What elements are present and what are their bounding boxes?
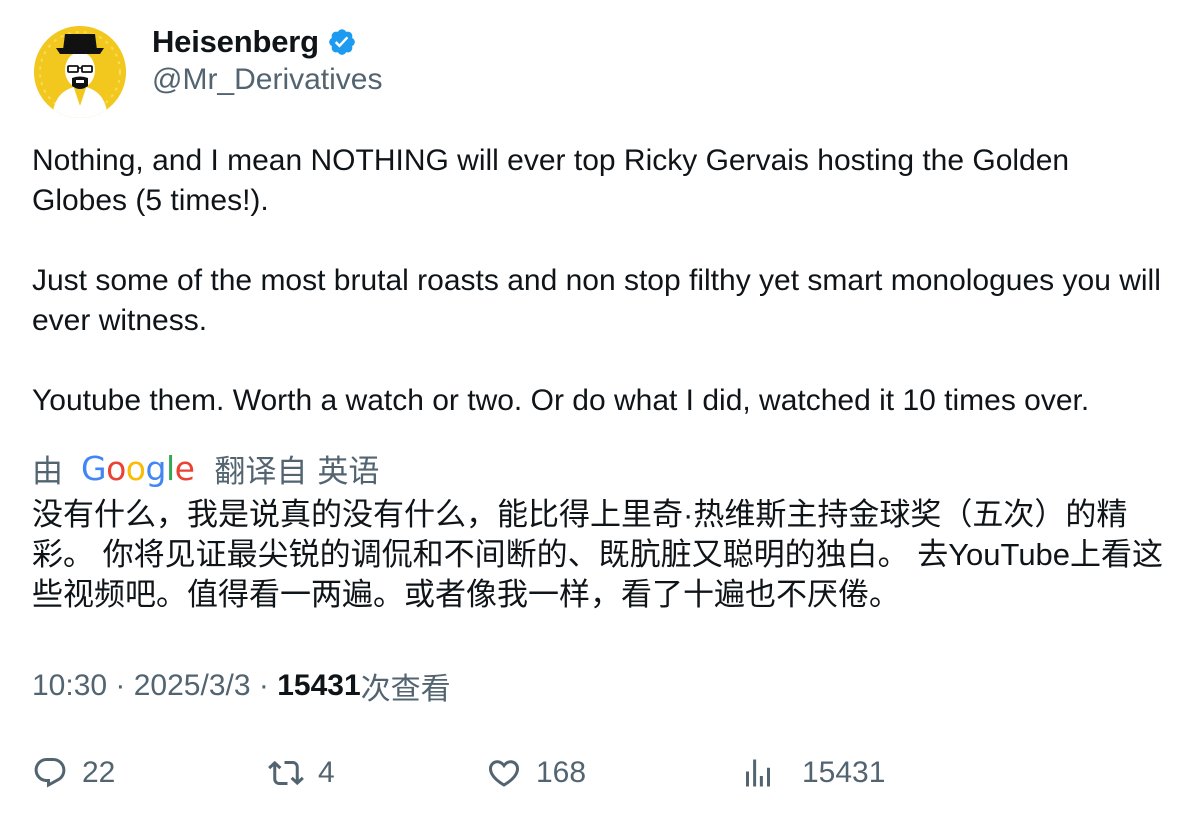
reply-button[interactable]: 22 [32, 748, 115, 798]
author-handle[interactable]: @Mr_Derivatives [152, 63, 383, 97]
avatar[interactable] [34, 26, 126, 118]
like-button[interactable]: 168 [486, 748, 586, 798]
views-bar-chart-icon [746, 759, 770, 787]
translation-attribution[interactable]: 由 Google 翻译自 英语 [32, 447, 379, 489]
author-name[interactable]: Heisenberg [152, 24, 319, 60]
translated-from-label: 翻译自 [214, 453, 308, 489]
tweet-card: Heisenberg @Mr_Derivatives Nothing, and … [0, 0, 1196, 818]
verified-badge-icon [327, 27, 357, 57]
views-button[interactable]: 15431 [740, 748, 885, 798]
tweet-paragraph: Youtube them. Worth a watch or two. Or d… [32, 384, 1090, 417]
reply-count: 22 [82, 756, 116, 789]
views-count: 15431 [277, 669, 361, 702]
author-name-row: Heisenberg [152, 23, 357, 61]
translated-text: 没有什么，我是说真的没有什么，能比得上里奇·热维斯主持金球奖（五次）的精彩。 你… [32, 497, 1164, 612]
like-count: 168 [536, 756, 587, 789]
translated-by-label: 由 [32, 453, 63, 489]
google-logo: Google [81, 448, 195, 488]
tweet-meta: 10:30 · 2025/3/3 · 15431 次查看 [32, 664, 451, 708]
tweet-paragraph: Just some of the most brutal roasts and … [32, 264, 1161, 337]
meta-separator: · [250, 669, 278, 702]
tweet-text: Nothing, and I mean NOTHING will ever to… [32, 141, 1167, 421]
tweet-date[interactable]: 2025/3/3 [134, 669, 251, 703]
tweet-paragraph: Nothing, and I mean NOTHING will ever to… [32, 144, 1070, 217]
retweet-count: 4 [318, 756, 335, 789]
avatar-illustration [34, 26, 126, 118]
reply-icon [34, 758, 66, 788]
retweet-button[interactable]: 4 [268, 748, 335, 798]
action-bar: 22 4 168 15431 [32, 748, 1162, 798]
views-count-action: 15431 [802, 756, 886, 789]
heart-icon [488, 760, 520, 787]
retweet-icon [268, 760, 304, 786]
tweet-time[interactable]: 10:30 [32, 669, 107, 703]
meta-separator: · [107, 669, 134, 702]
source-language: 英语 [317, 453, 380, 489]
views-label: 次查看 [360, 673, 451, 706]
